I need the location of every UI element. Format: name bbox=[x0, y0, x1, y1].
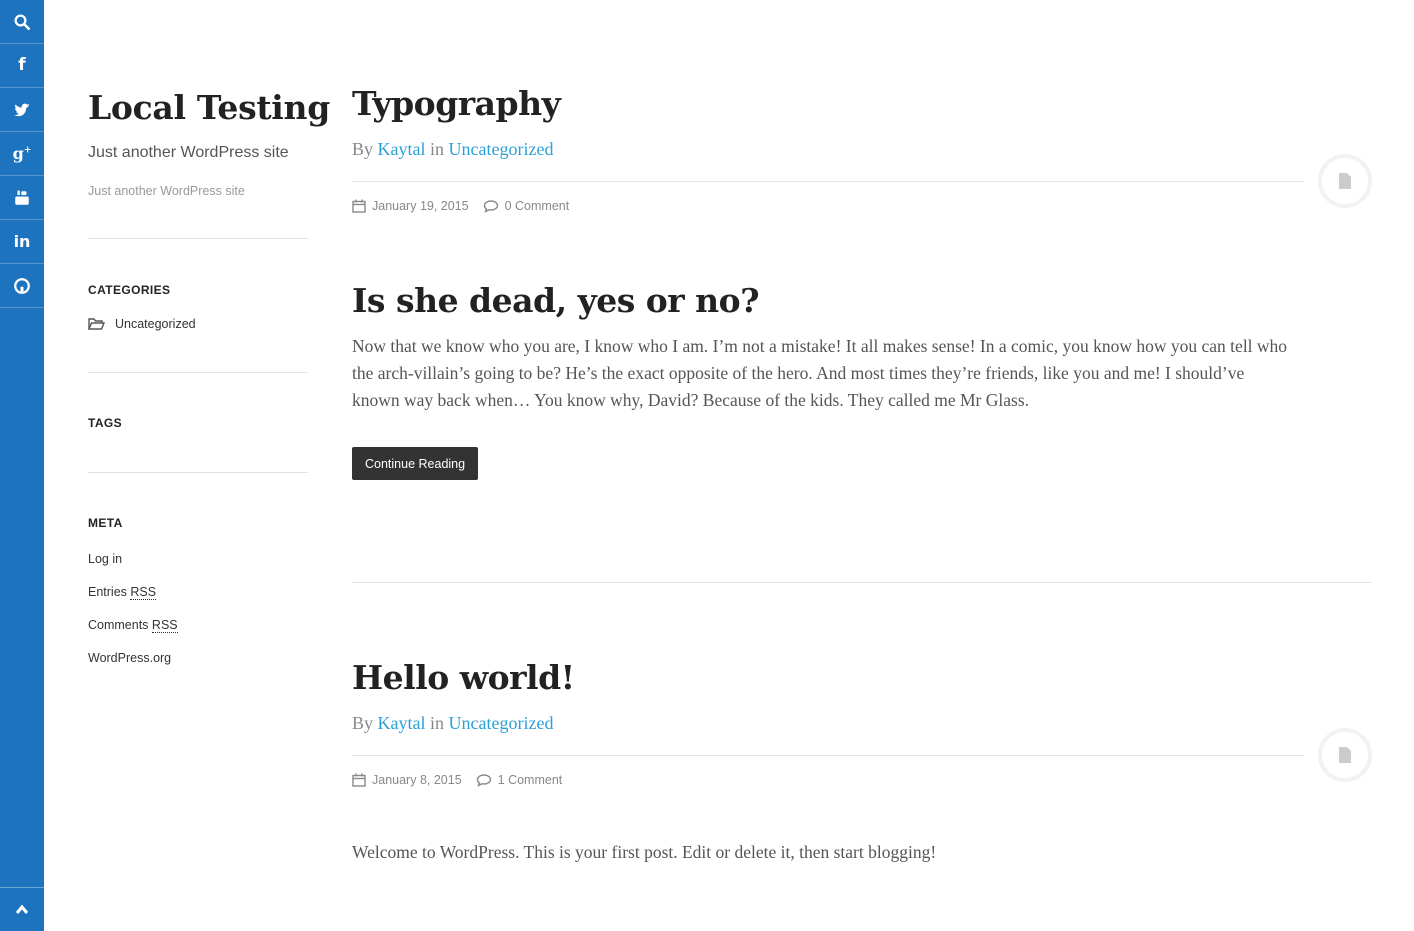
category-link[interactable]: Uncategorized bbox=[449, 713, 554, 733]
post-title[interactable]: Is she dead, yes or no? bbox=[352, 281, 760, 321]
calendar-icon bbox=[352, 773, 366, 787]
post-separator bbox=[352, 582, 1372, 583]
post-byline: By Kaytal in Uncategorized bbox=[352, 139, 553, 160]
post-date: January 19, 2015 bbox=[372, 199, 469, 213]
linkedin-icon: in bbox=[13, 231, 31, 251]
facebook-icon: f bbox=[18, 55, 26, 75]
post-content: Welcome to WordPress. This is your first… bbox=[352, 842, 937, 862]
divider bbox=[88, 472, 308, 473]
divider bbox=[88, 372, 308, 373]
wordpress-org-link[interactable]: WordPress.org bbox=[88, 651, 308, 665]
entries-rss-link[interactable]: Entries RSS bbox=[88, 585, 308, 600]
post-format-badge bbox=[1318, 154, 1372, 208]
comments-rss-link[interactable]: Comments RSS bbox=[88, 618, 308, 633]
twitter-link[interactable] bbox=[0, 88, 44, 132]
category-link-uncategorized[interactable]: Uncategorized bbox=[88, 317, 308, 331]
post-date: January 8, 2015 bbox=[372, 773, 462, 787]
comment-icon bbox=[476, 774, 491, 787]
entries-label: Entries bbox=[88, 585, 127, 599]
comments-link[interactable]: 1 Comment bbox=[498, 773, 563, 787]
rss-abbr: RSS bbox=[151, 618, 178, 633]
twitter-icon bbox=[14, 103, 30, 116]
excerpt-line: the arch-villain’s going to be? He’s the… bbox=[352, 363, 1245, 383]
category-link[interactable]: Uncategorized bbox=[449, 139, 554, 159]
author-link[interactable]: Kaytal bbox=[378, 139, 426, 159]
post-excerpt: Now that we know who you are, I know who… bbox=[352, 333, 1372, 414]
continue-reading-button[interactable]: Continue Reading bbox=[352, 447, 479, 480]
google-plus-link[interactable]: g+ bbox=[0, 132, 44, 176]
github-icon bbox=[14, 277, 30, 294]
linkedin-link[interactable]: in bbox=[0, 220, 44, 264]
comment-icon bbox=[483, 200, 498, 213]
excerpt-line: known way back when… You know why, David… bbox=[352, 390, 1030, 410]
rss-abbr: RSS bbox=[130, 585, 157, 600]
tags-title: TAGS bbox=[88, 416, 123, 430]
post-title[interactable]: Typography bbox=[352, 84, 561, 124]
post-divider bbox=[352, 181, 1304, 182]
sidebar: Local Testing Just another WordPress sit… bbox=[88, 88, 330, 684]
folder-open-icon bbox=[88, 318, 105, 330]
categories-widget: CATEGORIES Uncategorized bbox=[88, 283, 308, 331]
site-description: Just another WordPress site bbox=[88, 144, 289, 161]
site-description-small: Just another WordPress site bbox=[88, 184, 245, 198]
by-label: By bbox=[352, 713, 374, 733]
post-meta: January 19, 2015 0 Comment bbox=[352, 199, 569, 213]
post-meta: January 8, 2015 1 Comment bbox=[352, 773, 562, 787]
in-label: in bbox=[430, 139, 445, 159]
author-link[interactable]: Kaytal bbox=[378, 713, 426, 733]
log-in-link[interactable]: Log in bbox=[88, 552, 308, 566]
tags-widget: TAGS bbox=[88, 416, 308, 430]
social-sidebar: f g+ in bbox=[0, 0, 44, 931]
document-icon bbox=[1339, 173, 1351, 189]
comments-link[interactable]: 0 Comment bbox=[505, 199, 570, 213]
post-format-badge bbox=[1318, 728, 1372, 782]
facebook-link[interactable]: f bbox=[0, 44, 44, 88]
post-title[interactable]: Hello world! bbox=[352, 658, 575, 698]
chevron-up-icon bbox=[15, 904, 29, 914]
comments-label: Comments bbox=[88, 618, 149, 632]
youtube-icon bbox=[15, 190, 29, 205]
google-plus-icon: g+ bbox=[12, 143, 32, 163]
post-byline: By Kaytal in Uncategorized bbox=[352, 713, 553, 734]
github-link[interactable] bbox=[0, 264, 44, 308]
post-divider bbox=[352, 755, 1304, 756]
search-button[interactable] bbox=[0, 0, 44, 44]
by-label: By bbox=[352, 139, 374, 159]
excerpt-line: Now that we know who you are, I know who… bbox=[352, 336, 1288, 356]
back-to-top-button[interactable] bbox=[0, 887, 44, 931]
divider bbox=[88, 238, 308, 239]
site-title[interactable]: Local Testing bbox=[88, 88, 330, 128]
category-label: Uncategorized bbox=[115, 317, 196, 331]
meta-widget: META Log in Entries RSS Comments RSS Wor… bbox=[88, 516, 308, 665]
categories-title: CATEGORIES bbox=[88, 283, 171, 297]
in-label: in bbox=[430, 713, 445, 733]
search-icon bbox=[14, 14, 31, 30]
youtube-link[interactable] bbox=[0, 176, 44, 220]
meta-title: META bbox=[88, 516, 123, 530]
document-icon bbox=[1339, 747, 1351, 763]
calendar-icon bbox=[352, 199, 366, 213]
